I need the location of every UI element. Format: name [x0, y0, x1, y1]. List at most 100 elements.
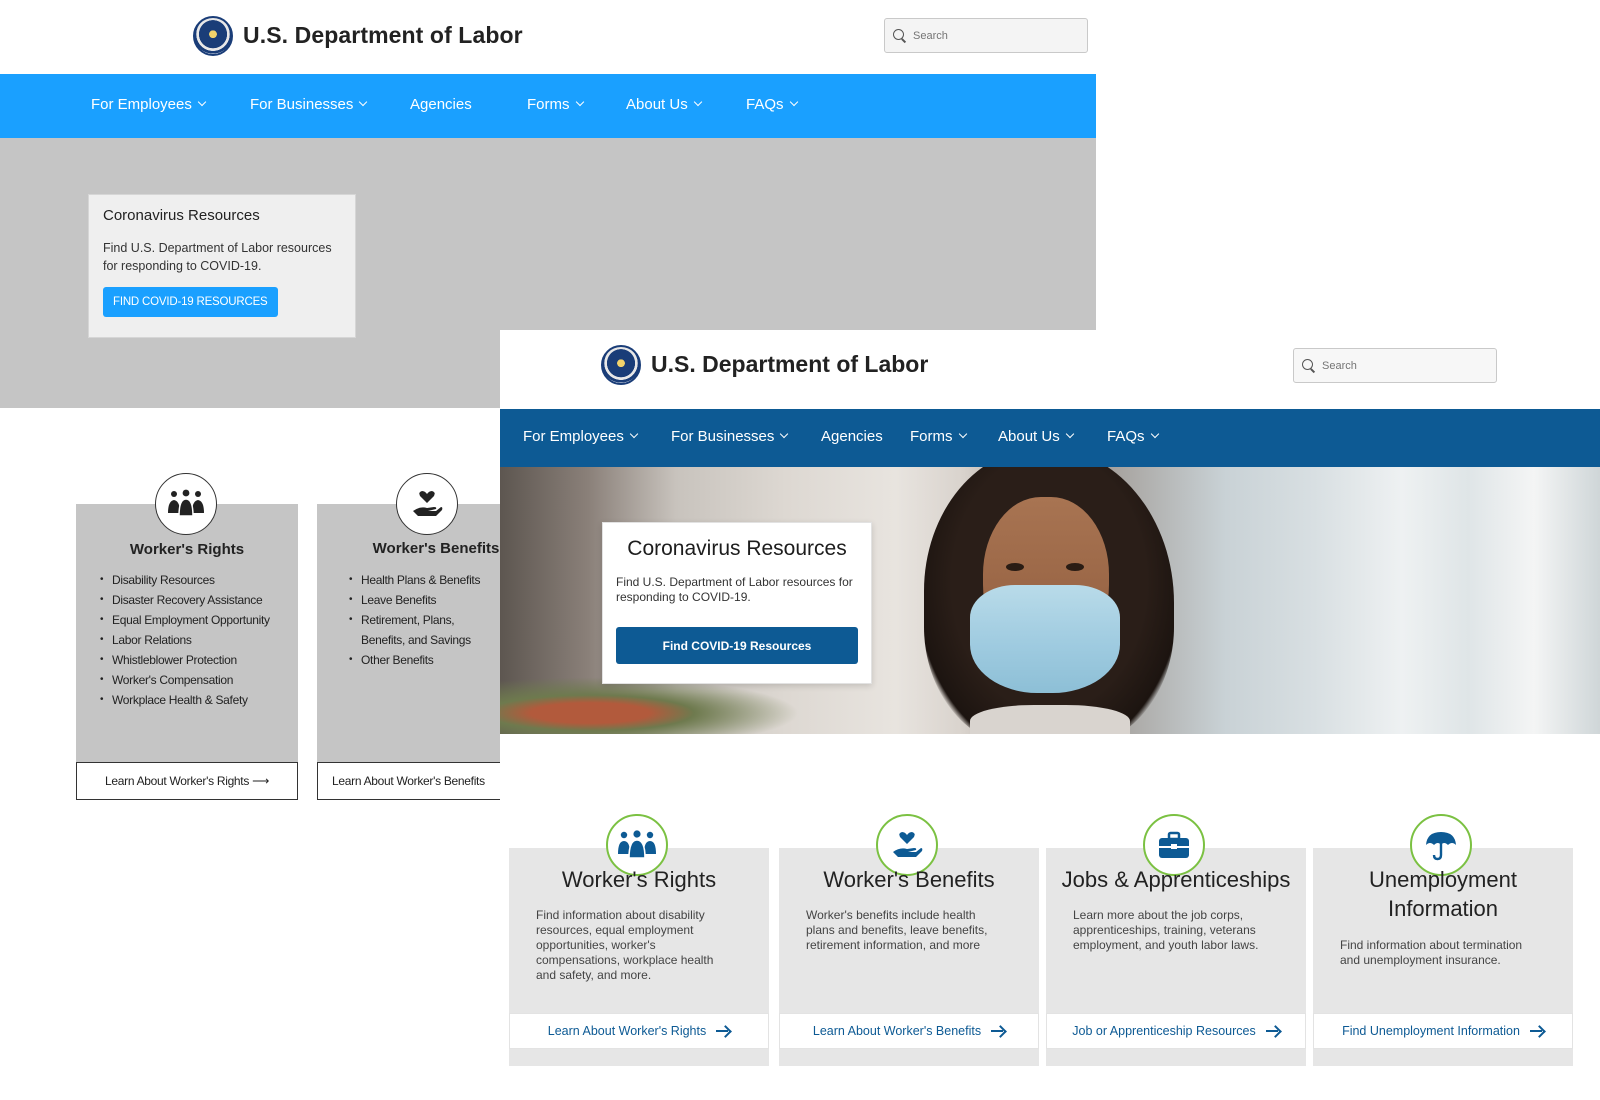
nav-label: About Us [626, 96, 688, 113]
dol-seal-logo[interactable] [193, 16, 233, 56]
wireframe-nav-bar: For Employees For Businesses Agencies Fo… [0, 74, 1096, 138]
nav-label: For Employees [91, 96, 192, 113]
search-box[interactable] [1293, 348, 1497, 383]
search-input[interactable] [913, 29, 1063, 42]
find-covid-resources-button[interactable]: FIND COVID-19 RESOURCES [103, 287, 278, 317]
list-item[interactable]: Workplace Health & Safety [100, 690, 290, 710]
workers-rights-list: Disability Resources Disaster Recovery A… [100, 570, 290, 710]
nav-label: FAQs [1107, 428, 1145, 445]
covid-description: Find U.S. Department of Labor resources … [103, 241, 332, 273]
link-label: Learn About Worker's Rights [547, 1024, 707, 1038]
card-description: Worker's benefits include health plans a… [806, 908, 988, 952]
nav-agencies[interactable]: Agencies [821, 428, 883, 445]
chevron-down-icon [780, 429, 789, 439]
job-apprenticeship-resources-link[interactable]: Job or Apprenticeship Resources [1046, 1013, 1306, 1049]
chevron-down-icon [629, 429, 639, 439]
search-icon [893, 28, 907, 43]
hero-photo-shirt [970, 705, 1130, 734]
arrow-right-icon [1265, 1025, 1280, 1037]
card-title: Unemployment Information [1369, 867, 1517, 921]
hero-photo-detail [500, 677, 800, 734]
covid-resources-card: Coronavirus Resources Find U.S. Departme… [88, 194, 356, 338]
find-unemployment-information-link[interactable]: Find Unemployment Information [1313, 1013, 1573, 1049]
nav-label: For Businesses [671, 428, 775, 445]
nav-about-us[interactable]: About Us [998, 428, 1074, 445]
nav-for-businesses[interactable]: For Businesses [671, 428, 789, 445]
workers-benefits-list: Health Plans & Benefits Leave Benefits R… [349, 570, 499, 670]
learn-workers-benefits-link[interactable]: Learn About Worker's Benefits [779, 1013, 1039, 1049]
list-item[interactable]: Worker's Compensation [100, 670, 290, 690]
list-item[interactable]: Disability Resources [100, 570, 290, 590]
chevron-down-icon [575, 97, 584, 107]
group-people-icon [155, 473, 217, 535]
covid-title: Coronavirus Resources [103, 207, 260, 224]
hero-photo-eye [1066, 563, 1084, 571]
card-description: Learn more about the job corps, apprenti… [1073, 908, 1259, 952]
list-item[interactable]: Other Benefits [349, 650, 499, 670]
link-label: Find Unemployment Information [1342, 1024, 1520, 1038]
nav-label: Agencies [821, 428, 883, 445]
card-title: Jobs & Apprenticeships [1061, 867, 1291, 892]
list-item[interactable]: Health Plans & Benefits [349, 570, 499, 590]
card-description: Find information about termination and u… [1340, 938, 1523, 967]
list-item[interactable]: Equal Employment Opportunity [100, 610, 290, 630]
wireframe-header: U.S. Department of Labor [0, 0, 1096, 74]
nav-label: Forms [910, 428, 953, 445]
list-item[interactable]: Whistleblower Protection [100, 650, 290, 670]
nav-for-employees[interactable]: For Employees [523, 428, 639, 445]
nav-label: For Employees [523, 428, 624, 445]
search-box[interactable] [884, 18, 1088, 53]
nav-agencies[interactable]: Agencies [410, 96, 472, 113]
nav-label: About Us [998, 428, 1060, 445]
chevron-down-icon [958, 429, 967, 439]
main-nav-bar: For Employees For Businesses Agencies Fo… [500, 409, 1600, 467]
wireframe-card-workers-rights: Worker's Rights Disability Resources Dis… [76, 504, 298, 762]
nav-label: Agencies [410, 96, 472, 113]
link-label: Learn About Worker's Benefits [812, 1024, 982, 1038]
hand-heart-icon [396, 473, 458, 535]
arrow-right-icon [991, 1025, 1005, 1037]
list-item[interactable]: Disaster Recovery Assistance [100, 590, 290, 610]
nav-for-employees[interactable]: For Employees [91, 96, 207, 113]
nav-label: For Businesses [250, 96, 354, 113]
card-description: Find information about disability resour… [536, 908, 714, 982]
arrow-right-icon [716, 1025, 730, 1037]
nav-for-businesses[interactable]: For Businesses [250, 96, 368, 113]
search-input[interactable] [1322, 359, 1472, 372]
list-item[interactable]: Leave Benefits [349, 590, 499, 610]
nav-label: Forms [527, 96, 570, 113]
nav-forms[interactable]: Forms [527, 96, 584, 113]
dol-seal-logo[interactable] [601, 345, 641, 385]
chevron-down-icon [1065, 429, 1074, 439]
chevron-down-icon [1150, 429, 1159, 439]
hero-photo-eye [1006, 563, 1024, 571]
find-covid-resources-button[interactable]: Find COVID-19 Resources [616, 627, 858, 664]
final-design-page: U.S. Department of Labor For Employees F… [500, 330, 1600, 1100]
nav-faqs[interactable]: FAQs [746, 96, 798, 113]
site-title[interactable]: U.S. Department of Labor [651, 351, 928, 378]
chevron-down-icon [197, 97, 207, 107]
list-item[interactable]: Retirement, Plans, Benefits, and Savings [349, 610, 499, 650]
list-item[interactable]: Labor Relations [100, 630, 290, 650]
chevron-down-icon [789, 97, 798, 107]
covid-title: Coronavirus Resources [627, 537, 847, 560]
search-icon [1302, 358, 1316, 373]
hero-banner: Coronavirus Resources Find U.S. Departme… [500, 467, 1600, 734]
chevron-down-icon [359, 97, 368, 107]
learn-workers-rights-link[interactable]: Learn About Worker's Rights [509, 1013, 769, 1049]
card-title: Worker's Benefits [823, 867, 995, 892]
link-label: Job or Apprenticeship Resources [1072, 1024, 1256, 1038]
nav-label: FAQs [746, 96, 784, 113]
card-title: Worker's Rights [561, 867, 717, 892]
learn-workers-rights-button[interactable]: Learn About Worker's Rights ⟶ [76, 762, 298, 800]
covid-resources-card: Coronavirus Resources Find U.S. Departme… [602, 522, 872, 684]
arrow-right-icon [1529, 1025, 1544, 1037]
covid-description: Find U.S. Department of Labor resources … [616, 575, 853, 604]
nav-faqs[interactable]: FAQs [1107, 428, 1159, 445]
chevron-down-icon [693, 97, 702, 107]
nav-forms[interactable]: Forms [910, 428, 967, 445]
site-title[interactable]: U.S. Department of Labor [243, 22, 523, 49]
nav-about-us[interactable]: About Us [626, 96, 702, 113]
hero-photo-mask [970, 585, 1120, 693]
card-title: Worker's Rights [129, 541, 245, 558]
